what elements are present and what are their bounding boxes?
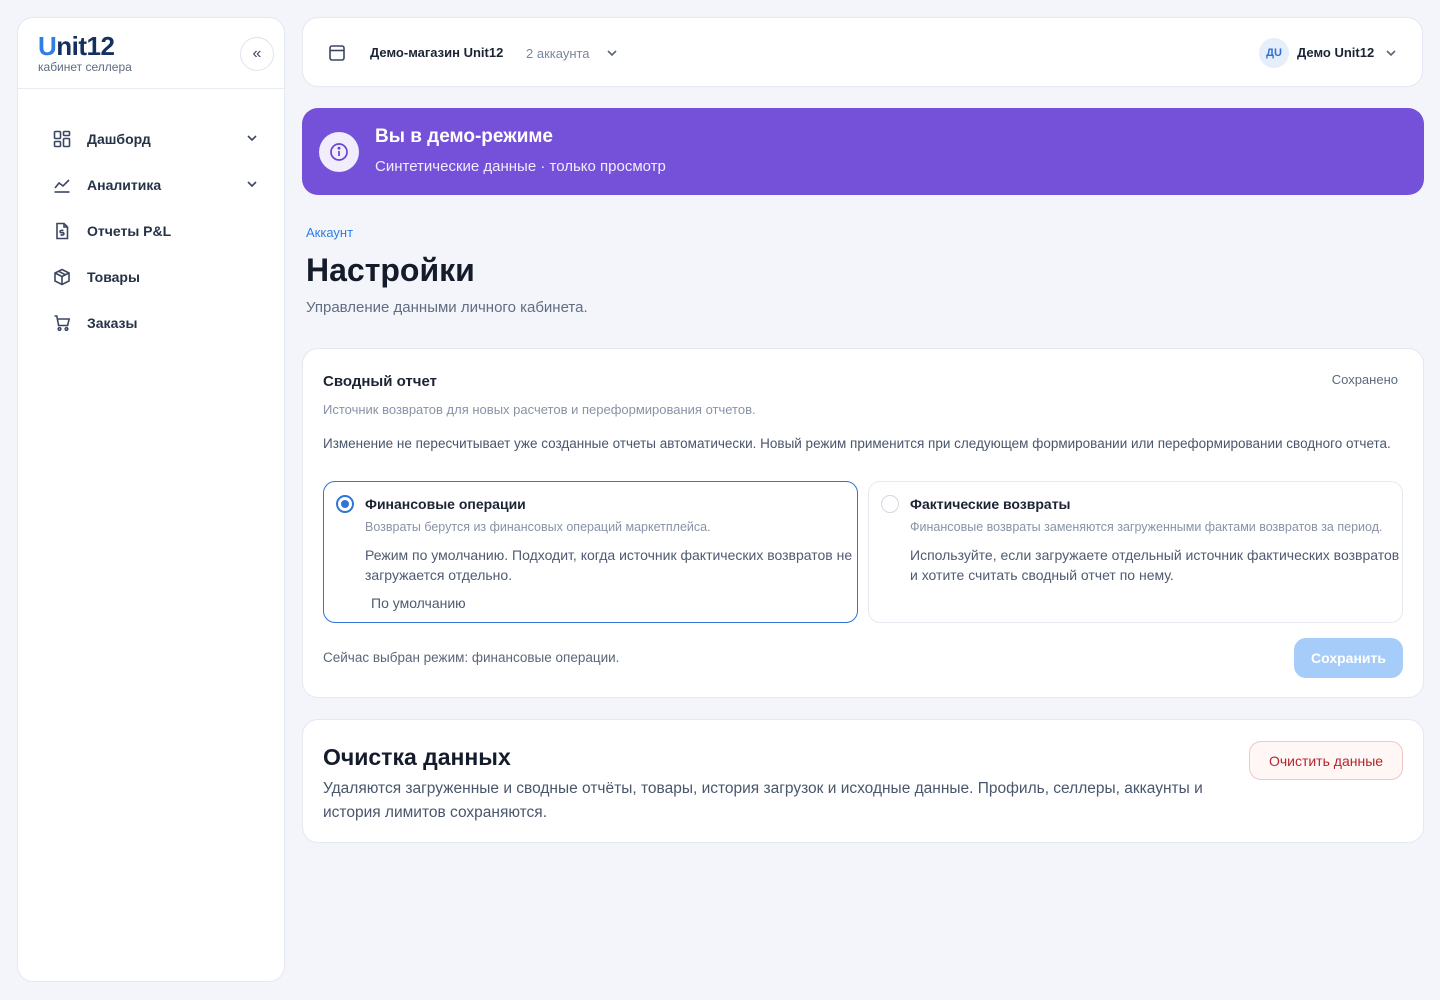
summary-report-card: Сводный отчет Сохранено Источник возврат… xyxy=(302,348,1424,698)
top-bar: Демо-магазин Unit12 2 аккаунта ДU Демо U… xyxy=(302,17,1423,87)
card-note: Изменение не пересчитывает уже созданные… xyxy=(323,436,1391,451)
sidebar-item-label: Дашборд xyxy=(87,131,151,147)
option-description: Финансовые возвраты заменяются загруженн… xyxy=(910,520,1383,534)
current-mode-text: Сейчас выбран режим: финансовые операции… xyxy=(323,650,620,665)
sidebar-item-orders[interactable]: Заказы xyxy=(18,300,284,346)
default-label: По умолчанию xyxy=(371,595,466,611)
option-actual-returns[interactable]: Фактические возвраты Финансовые возвраты… xyxy=(868,481,1403,623)
option-text: Используйте, если загружаете отдельный и… xyxy=(910,547,1400,583)
sidebar-nav: Дашборд Аналитика Отчеты P&L Товары Зака… xyxy=(18,116,284,346)
chevron-down-icon[interactable] xyxy=(606,46,618,64)
banner-subtitle: Синтетические данные · только просмотр xyxy=(375,158,666,175)
clear-data-card: Очистка данных Удаляются загруженные и с… xyxy=(302,719,1424,843)
cart-icon xyxy=(52,313,72,333)
avatar[interactable]: ДU xyxy=(1259,38,1289,68)
card-title: Очистка данных xyxy=(323,744,511,770)
radio-financial-operations[interactable] xyxy=(336,495,354,513)
user-menu[interactable]: Демо Unit12 xyxy=(1297,45,1374,60)
dashboard-icon xyxy=(52,129,72,149)
option-description: Возвраты берутся из финансовых операций … xyxy=(365,520,711,534)
logo[interactable]: Unit12 xyxy=(38,32,115,60)
sidebar: Unit12 кабинет селлера « Дашборд Аналити… xyxy=(17,17,285,982)
collapse-sidebar-button[interactable]: « xyxy=(240,37,274,71)
sidebar-item-label: Аналитика xyxy=(87,177,162,193)
sidebar-item-dashboard[interactable]: Дашборд xyxy=(18,116,284,162)
shop-window-icon[interactable] xyxy=(328,44,346,67)
chevron-down-icon[interactable] xyxy=(1385,46,1397,64)
option-title: Финансовые операции xyxy=(365,496,526,512)
card-description: Удаляются загруженные и сводные отчёты, … xyxy=(323,780,1203,821)
sidebar-item-label: Отчеты P&L xyxy=(87,223,172,239)
chevron-down-icon xyxy=(246,177,258,195)
clear-data-button[interactable]: Очистить данные xyxy=(1249,741,1403,780)
chevron-down-icon xyxy=(246,131,258,149)
sidebar-item-analytics[interactable]: Аналитика xyxy=(18,162,284,208)
chart-line-icon xyxy=(52,175,72,195)
radio-actual-returns[interactable] xyxy=(881,495,899,513)
banner-title: Вы в демо-режиме xyxy=(375,126,553,147)
sidebar-item-pl-reports[interactable]: Отчеты P&L xyxy=(18,208,284,254)
accounts-count[interactable]: 2 аккаунта xyxy=(526,46,590,61)
report-dollar-icon xyxy=(52,221,72,241)
box-icon xyxy=(52,267,72,287)
info-icon xyxy=(319,132,359,172)
page-subtitle: Управление данными личного кабинета. xyxy=(306,299,588,316)
status-badge: Сохранено xyxy=(1331,372,1398,387)
logo-subtitle: кабинет селлера xyxy=(38,60,132,74)
card-description: Источник возвратов для новых расчетов и … xyxy=(323,402,756,417)
shop-selector[interactable]: Демо-магазин Unit12 xyxy=(370,45,503,60)
save-button[interactable]: Сохранить xyxy=(1294,638,1403,678)
demo-mode-banner: Вы в демо-режиме Синтетические данные · … xyxy=(302,108,1424,195)
option-text: Режим по умолчанию. Подходит, когда исто… xyxy=(365,547,853,583)
option-financial-operations[interactable]: Финансовые операции Возвраты берутся из … xyxy=(323,481,858,623)
sidebar-item-label: Заказы xyxy=(87,315,138,331)
sidebar-header: Unit12 кабинет селлера « xyxy=(18,18,284,89)
double-chevron-left-icon: « xyxy=(252,45,262,62)
page-title: Настройки xyxy=(306,252,475,288)
breadcrumb[interactable]: Аккаунт xyxy=(306,225,353,240)
sidebar-item-products[interactable]: Товары xyxy=(18,254,284,300)
option-title: Фактические возвраты xyxy=(910,496,1071,512)
sidebar-item-label: Товары xyxy=(87,269,140,285)
card-title: Сводный отчет xyxy=(323,373,437,390)
